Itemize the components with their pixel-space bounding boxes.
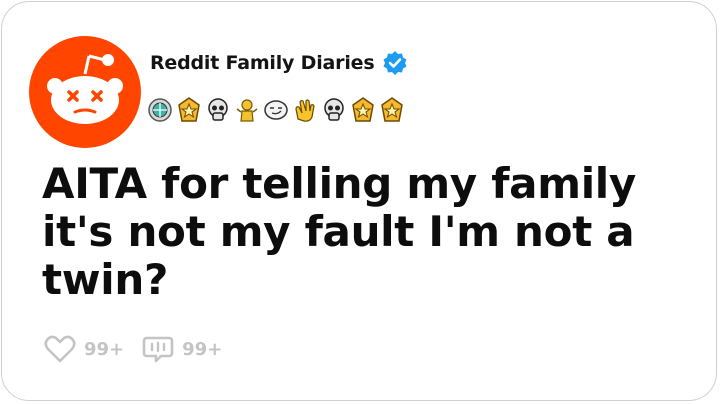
channel-name[interactable]: Reddit Family Diaries [150, 52, 375, 74]
smirk-award-icon [264, 100, 288, 120]
gold-figure-award-icon [236, 99, 258, 122]
like-button[interactable]: 99+ [44, 334, 124, 364]
post-stats: 99+ 99+ [44, 334, 240, 364]
channel-header: Reddit Family Diaries [150, 50, 408, 76]
skull-award-icon [324, 98, 344, 121]
skull-award-icon [208, 98, 228, 121]
like-count: 99+ [84, 338, 125, 360]
verified-badge-icon [383, 51, 407, 75]
awards-row [147, 97, 405, 123]
globe-award-icon [148, 98, 172, 122]
post-title: AITA for telling my family it's not my f… [42, 159, 636, 304]
clap-award-icon [295, 99, 315, 122]
reddit-avatar-icon [29, 36, 141, 148]
star-award-icon [352, 97, 374, 122]
comment-count: 99+ [182, 338, 223, 360]
comment-icon [142, 336, 174, 363]
post-card: Reddit Family Diaries AITA for telling m… [1, 1, 717, 401]
heart-icon [44, 335, 76, 363]
star-award-icon [381, 97, 403, 122]
star-award-icon [178, 97, 200, 122]
comment-button[interactable]: 99+ [142, 334, 222, 364]
